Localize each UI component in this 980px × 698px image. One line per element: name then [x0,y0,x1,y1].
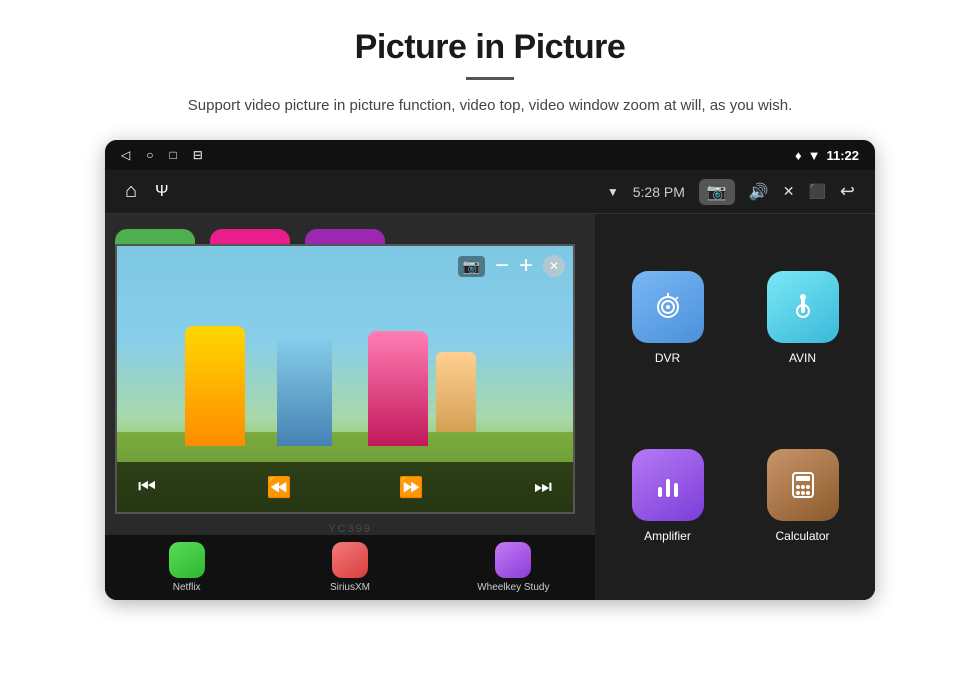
dvr-icon [632,271,704,343]
wheelkey-label: Wheelkey Study [477,582,549,593]
avin-icon [767,271,839,343]
wifi-nav-icon: ▼ [607,185,619,199]
back-icon[interactable]: ◁ [121,148,130,162]
amplifier-label: Amplifier [644,529,691,543]
status-bar-left: ◁ ○ □ ⊟ [121,148,203,162]
pip-window[interactable]: 📷 − + ✕ ⏮ ⏪ ⏩ ⏭ [115,244,575,514]
pip-plus-btn[interactable]: + [519,252,533,280]
menu-icon[interactable]: ⊟ [193,148,203,162]
app-grid: DVR AVIN [595,214,875,600]
watermark: YC399 [328,523,372,535]
status-time: 11:22 [826,148,859,163]
recents-icon[interactable]: □ [169,148,176,162]
netflix-label: Netflix [173,582,201,593]
pip-skip-back-btn[interactable]: ⏮ [131,471,163,503]
page-subtitle: Support video picture in picture functio… [188,94,792,118]
pip-video: 📷 − + ✕ ⏮ ⏪ ⏩ ⏭ [117,246,573,512]
netflix-icon [169,542,205,578]
pip-minus-btn[interactable]: − [495,252,509,280]
page-title: Picture in Picture [355,28,626,67]
pip-person3 [368,331,428,446]
siriusxm-label: SiriusXM [330,582,370,593]
home-icon[interactable]: ○ [146,148,153,162]
app-item-wheelkey[interactable]: Wheelkey Study [432,542,595,593]
pip-person2 [277,336,332,446]
house-icon[interactable]: ⌂ [125,180,137,203]
usb-icon: Ψ [155,183,168,201]
pip-camera-icon: 📷 [458,256,485,277]
left-panel: 📷 − + ✕ ⏮ ⏪ ⏩ ⏭ [105,214,595,600]
app-item-amplifier[interactable]: Amplifier [605,412,730,580]
pip-close-icon: ✕ [549,259,559,273]
pip-skip-fwd-btn[interactable]: ⏭ [527,471,559,503]
wheelkey-icon [495,542,531,578]
app-item-avin[interactable]: AVIN [740,234,865,402]
app-item-dvr[interactable]: DVR [605,234,730,402]
status-bar-right: ♦ ▼ 11:22 [795,148,859,163]
pip-nav-icon[interactable]: ⬛ [808,183,825,200]
nav-bar-left: ⌂ Ψ [125,180,168,203]
pip-rewind-btn[interactable]: ⏪ [263,471,295,503]
wifi-icon: ▼ [808,148,821,163]
location-icon: ♦ [795,148,802,163]
status-bar: ◁ ○ □ ⊟ ♦ ▼ 11:22 [105,140,875,170]
page-wrapper: Picture in Picture Support video picture… [0,0,980,698]
nav-bar: ⌂ Ψ ▼ 5:28 PM 📷 🔊 ✕ ⬛ ↩ [105,170,875,214]
bottom-apps-strip: Netflix SiriusXM Wheelkey Study [105,535,595,600]
close-nav-icon[interactable]: ✕ [783,183,795,200]
pip-person4 [436,352,476,432]
pip-top-controls: 📷 − + ✕ [458,252,565,280]
amplifier-icon [632,449,704,521]
calculator-icon [767,449,839,521]
pip-person1 [185,326,245,446]
app-item-netflix[interactable]: Netflix [105,542,268,593]
volume-icon[interactable]: 🔊 [749,182,769,202]
pip-controls: ⏮ ⏪ ⏩ ⏭ [117,462,573,512]
nav-time: 5:28 PM [633,184,685,200]
device-frame: ◁ ○ □ ⊟ ♦ ▼ 11:22 ⌂ Ψ ▼ 5:28 PM 📷 🔊 [105,140,875,600]
avin-label: AVIN [789,351,816,365]
dvr-label: DVR [655,351,680,365]
title-divider [466,77,514,80]
pip-forward-btn[interactable]: ⏩ [395,471,427,503]
app-item-calculator[interactable]: Calculator [740,412,865,580]
main-content: 📷 − + ✕ ⏮ ⏪ ⏩ ⏭ [105,214,875,600]
nav-bar-right: ▼ 5:28 PM 📷 🔊 ✕ ⬛ ↩ [607,179,855,205]
calculator-label: Calculator [775,529,829,543]
app-item-siriusxm[interactable]: SiriusXM [268,542,431,593]
pip-close-btn[interactable]: ✕ [543,255,565,277]
undo-icon[interactable]: ↩ [840,181,855,202]
siriusxm-icon [332,542,368,578]
camera-icon[interactable]: 📷 [699,179,735,205]
